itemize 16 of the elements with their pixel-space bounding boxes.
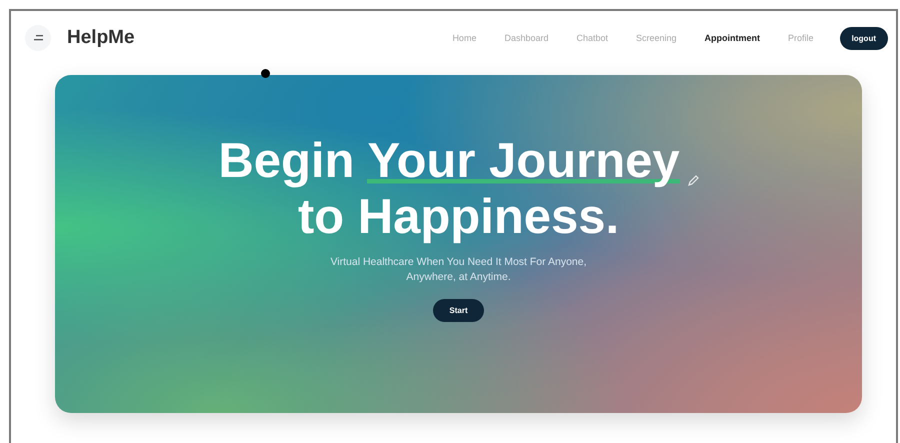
logout-button[interactable]: logout — [840, 26, 888, 50]
nav-link[interactable]: Dashboard — [504, 33, 548, 43]
nav-link[interactable]: Appointment — [704, 33, 760, 43]
menu-button[interactable] — [25, 25, 51, 51]
nav-link[interactable]: Chatbot — [576, 33, 608, 43]
nav-link[interactable]: Home — [452, 33, 476, 43]
brand-name: HelpMe — [67, 27, 135, 49]
nav-link[interactable]: Screening — [636, 33, 677, 43]
heading-text: Begin — [218, 133, 354, 189]
cursor-dot — [261, 69, 270, 78]
heading-text: to Happiness. — [298, 189, 620, 245]
pencil-icon — [686, 175, 699, 187]
start-button[interactable]: Start — [433, 299, 484, 322]
menu-icon — [34, 35, 42, 41]
hero-subtitle: Virtual Healthcare When You Need It Most For Anyone, Anywhere, at Anytime. — [329, 255, 588, 285]
nav-link[interactable]: Profile — [788, 33, 814, 43]
